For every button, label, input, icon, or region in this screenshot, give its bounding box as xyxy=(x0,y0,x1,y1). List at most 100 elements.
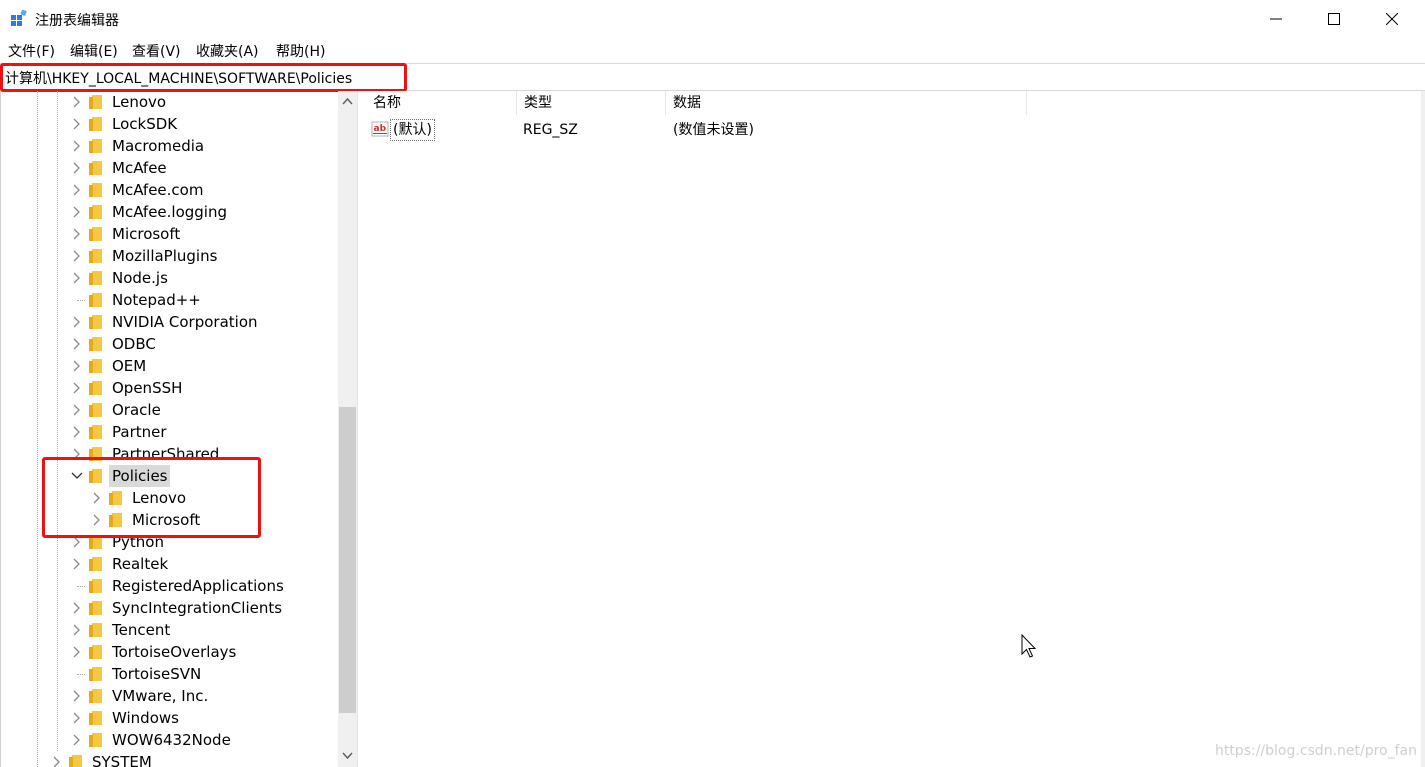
chevron-right-icon[interactable] xyxy=(71,399,83,421)
chevron-right-icon[interactable] xyxy=(71,179,83,201)
tree-item[interactable]: TortoiseOverlays xyxy=(1,641,341,663)
tree-item[interactable]: VMware, Inc. xyxy=(1,685,341,707)
chevron-right-icon[interactable] xyxy=(71,311,83,333)
close-button[interactable] xyxy=(1363,0,1421,38)
tree-item[interactable]: WOW6432Node xyxy=(1,729,341,751)
tree-item[interactable]: OEM xyxy=(1,355,341,377)
menu-help[interactable]: 帮助(H) xyxy=(276,41,325,61)
tree-item[interactable]: Tencent xyxy=(1,619,341,641)
tree-item-label: Partner xyxy=(112,423,167,441)
menu-file[interactable]: 文件(F) xyxy=(8,41,55,61)
column-name[interactable]: 名称 xyxy=(366,91,517,115)
tree-item[interactable]: TortoiseSVN xyxy=(1,663,341,685)
chevron-right-icon[interactable] xyxy=(71,685,83,707)
folder-icon xyxy=(89,271,102,285)
chevron-right-icon[interactable] xyxy=(71,245,83,267)
tree-item-label: Node.js xyxy=(112,269,168,287)
chevron-right-icon[interactable] xyxy=(71,223,83,245)
chevron-right-icon[interactable] xyxy=(71,267,83,289)
chevron-right-icon[interactable] xyxy=(51,751,63,767)
values-list[interactable]: 名称 类型 数据 ab (默认) REG_SZ (数值未设置) xyxy=(366,91,1425,767)
tree-item[interactable]: MozillaPlugins xyxy=(1,245,341,267)
tree-item-label: Macromedia xyxy=(112,137,205,155)
chevron-right-icon[interactable] xyxy=(71,201,83,223)
tree-item[interactable]: LockSDK xyxy=(1,113,341,135)
tree-item[interactable]: Microsoft xyxy=(1,223,341,245)
chevron-right-icon[interactable] xyxy=(71,707,83,729)
policies-highlight xyxy=(42,457,261,538)
menu-edit[interactable]: 编辑(E) xyxy=(70,41,118,61)
scroll-down-icon[interactable] xyxy=(342,751,353,761)
value-row[interactable]: ab (默认) REG_SZ (数值未设置) xyxy=(366,119,1066,141)
chevron-right-icon[interactable] xyxy=(71,157,83,179)
menu-view[interactable]: 查看(V) xyxy=(132,41,181,61)
tree-item[interactable]: Node.js xyxy=(1,267,341,289)
tree-item-label: OEM xyxy=(112,357,147,375)
tree-item-label: Realtek xyxy=(112,555,169,573)
window-title: 注册表编辑器 xyxy=(35,13,119,29)
column-type[interactable]: 类型 xyxy=(517,91,666,115)
folder-icon xyxy=(89,667,102,681)
folder-icon xyxy=(89,557,102,571)
minimize-button[interactable] xyxy=(1247,0,1305,38)
chevron-right-icon[interactable] xyxy=(71,421,83,443)
chevron-right-icon[interactable] xyxy=(71,641,83,663)
scroll-up-icon[interactable] xyxy=(342,96,353,106)
chevron-right-icon[interactable] xyxy=(71,91,83,113)
chevron-right-icon[interactable] xyxy=(71,333,83,355)
chevron-right-icon[interactable] xyxy=(71,135,83,157)
tree-item-label: OpenSSH xyxy=(112,379,183,397)
tree-item[interactable]: RegisteredApplications xyxy=(1,575,341,597)
tree-item[interactable]: Realtek xyxy=(1,553,341,575)
string-value-icon: ab xyxy=(371,121,389,137)
folder-icon xyxy=(89,733,102,747)
chevron-right-icon[interactable] xyxy=(71,619,83,641)
chevron-right-icon[interactable] xyxy=(71,729,83,751)
tree-item-label: Microsoft xyxy=(112,225,181,243)
column-data[interactable]: 数据 xyxy=(666,91,1027,115)
tree-item[interactable]: SyncIntegrationClients xyxy=(1,597,341,619)
title-bar: 注册表编辑器 xyxy=(0,0,1425,38)
tree-connector xyxy=(77,300,85,301)
scroll-thumb[interactable] xyxy=(339,407,356,713)
folder-icon xyxy=(89,359,102,373)
value-name[interactable]: (默认) xyxy=(390,119,435,141)
tree-item[interactable]: Notepad++ xyxy=(1,289,341,311)
minimize-icon xyxy=(1270,18,1282,20)
chevron-right-icon[interactable] xyxy=(71,597,83,619)
tree-root-item[interactable]: SYSTEM xyxy=(1,751,341,767)
maximize-button[interactable] xyxy=(1305,0,1363,38)
tree-item[interactable]: Macromedia xyxy=(1,135,341,157)
key-tree[interactable]: Lenovo LockSDK Macromedia McAfee McAfee.com M… xyxy=(0,91,358,767)
tree-item-label: McAfee.com xyxy=(112,181,204,199)
tree-item[interactable]: OpenSSH xyxy=(1,377,341,399)
tree-item-label: Oracle xyxy=(112,401,161,419)
tree-item-label: VMware, Inc. xyxy=(112,687,209,705)
menu-favorites[interactable]: 收藏夹(A) xyxy=(196,41,259,61)
tree-item[interactable]: Partner xyxy=(1,421,341,443)
chevron-right-icon[interactable] xyxy=(71,377,83,399)
folder-icon xyxy=(89,403,102,417)
folder-icon xyxy=(89,579,102,593)
tree-item[interactable]: Windows xyxy=(1,707,341,729)
chevron-right-icon[interactable] xyxy=(71,113,83,135)
tree-scrollbar[interactable] xyxy=(338,91,357,767)
tree-item-label: Notepad++ xyxy=(112,291,201,309)
folder-icon xyxy=(89,227,102,241)
folder-icon xyxy=(89,601,102,615)
tree-item[interactable]: NVIDIA Corporation xyxy=(1,311,341,333)
tree-item[interactable]: McAfee.logging xyxy=(1,201,341,223)
folder-icon xyxy=(89,161,102,175)
tree-item[interactable]: Lenovo xyxy=(1,91,341,113)
tree-item[interactable]: Oracle xyxy=(1,399,341,421)
tree-item[interactable]: McAfee xyxy=(1,157,341,179)
tree-item[interactable]: ODBC xyxy=(1,333,341,355)
registry-editor-icon xyxy=(11,10,27,26)
close-icon xyxy=(1386,13,1398,25)
svg-text:ab: ab xyxy=(374,124,387,134)
chevron-right-icon[interactable] xyxy=(71,553,83,575)
chevron-right-icon[interactable] xyxy=(71,355,83,377)
tree-item[interactable]: McAfee.com xyxy=(1,179,341,201)
folder-icon xyxy=(89,315,102,329)
watermark: https://blog.csdn.net/pro_fan xyxy=(1214,743,1417,759)
